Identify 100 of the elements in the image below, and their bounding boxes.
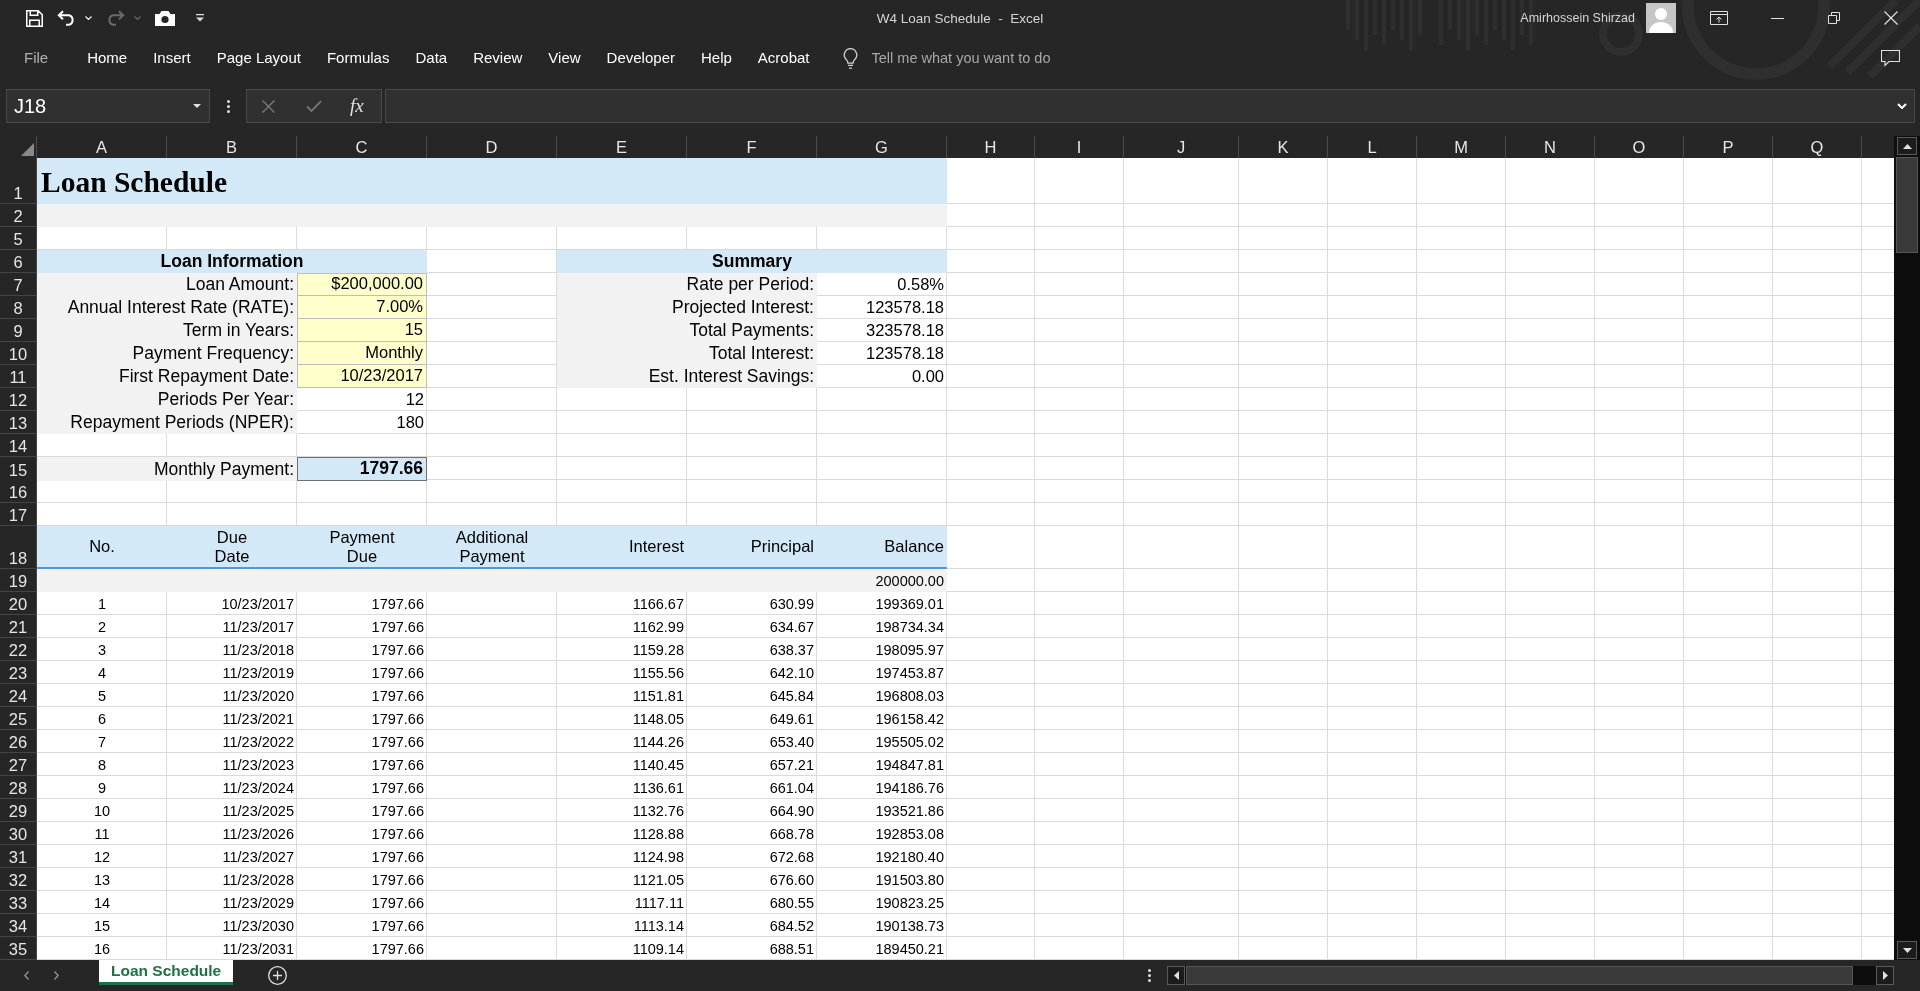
row-header[interactable]: 9 [0,319,37,342]
lightbulb-icon[interactable] [842,47,858,69]
ribbon-tab[interactable]: Page Layout [203,44,314,72]
payment-number: 12 [93,849,111,866]
dropdown-caret-icon[interactable] [196,14,204,22]
plus-circle-icon[interactable] [268,966,288,985]
balance: 189450.21 [875,941,944,958]
row-header[interactable]: 32 [0,868,37,891]
scroll-thumb[interactable] [1896,157,1918,253]
input-cell[interactable]: 10/23/2017 [297,365,427,388]
balance: 196808.03 [875,688,944,705]
dropdown-caret-icon[interactable] [193,104,201,108]
ribbon-tab[interactable]: File [11,44,62,72]
camera-icon[interactable] [155,10,175,26]
vertical-dots-icon[interactable] [227,100,230,113]
interest: 1140.45 [632,757,684,774]
ribbon-tab[interactable]: Formulas [313,44,403,72]
input-cell[interactable]: 15 [297,319,427,342]
row-header[interactable]: 5 [0,227,37,250]
input-cell[interactable]: 7.00% [297,296,427,319]
cross-icon[interactable] [262,99,275,113]
sheet-tab[interactable]: Loan Schedule [99,960,234,985]
row-header[interactable]: 28 [0,776,37,799]
input-cell[interactable]: $200,000.00 [297,273,427,296]
tell-me-field[interactable]: Tell me what you want to do [871,50,1112,66]
row-header[interactable]: 11 [0,365,37,388]
user-name[interactable]: Amirhossein Shirzad [1520,11,1635,25]
scroll-left-button[interactable] [1167,966,1185,985]
row-header[interactable]: 26 [0,730,37,753]
payment-number: 3 [97,642,107,659]
vertical-dots-icon[interactable] [1148,969,1151,982]
field-label: Repayment Periods (NPER): [37,411,297,434]
input-cell[interactable]: Monthly [297,342,427,365]
ribbon-tab[interactable]: Acrobat [744,44,823,72]
restore-icon[interactable] [1828,12,1840,24]
name-box[interactable]: J18 [6,89,210,123]
payment-number: 7 [97,734,107,751]
row-header[interactable]: 6 [0,250,37,273]
row-header[interactable]: 8 [0,296,37,319]
ribbon-tab[interactable]: Help [687,44,745,72]
scroll-right-button[interactable] [1876,966,1894,985]
interest: 1162.99 [632,619,684,636]
payment-number: 11 [94,826,110,843]
row-header[interactable]: 30 [0,822,37,845]
field-label: Annual Interest Rate (RATE): [37,296,297,319]
ribbon-tab[interactable]: Data [402,44,461,72]
row-header[interactable]: 10 [0,342,37,365]
check-icon[interactable] [306,100,322,112]
curved-arrow-left-icon[interactable] [57,10,76,26]
row-header[interactable]: 21 [0,615,37,638]
balance: 196158.42 [875,711,944,728]
row-header[interactable]: 29 [0,799,37,822]
interest: 1151.81 [632,688,684,705]
row-header[interactable]: 18 [0,526,37,569]
ribbon-tab[interactable]: Review [460,44,536,72]
row-header[interactable]: 33 [0,891,37,914]
ribbon-tab[interactable]: Home [74,44,141,72]
chevron-left-icon[interactable] [24,971,29,980]
payment-due: 1797.66 [371,711,424,728]
row-header[interactable]: 12 [0,388,37,411]
row-header[interactable]: 25 [0,707,37,730]
chevron-down-icon[interactable] [1897,103,1907,109]
row-header[interactable]: 34 [0,914,37,937]
payment-number: 8 [97,757,107,774]
formula-field[interactable] [385,89,1915,123]
row-header[interactable]: 19 [0,569,37,592]
insert-function-button[interactable]: fx [348,95,366,117]
row-header[interactable]: 14 [0,434,37,457]
row-header[interactable]: 31 [0,845,37,868]
minimize-icon[interactable] [1771,17,1784,19]
ribbon-tab[interactable]: Insert [140,44,204,72]
row-header[interactable]: 13 [0,411,37,434]
row-header[interactable]: 24 [0,684,37,707]
field-label: Monthly Payment: [37,457,297,482]
row-header[interactable]: 1 [0,158,37,204]
field-label: Rate per Period: [557,273,817,296]
due-date: 11/23/2029 [222,895,294,912]
row-header[interactable]: 7 [0,273,37,296]
row-header[interactable]: 27 [0,753,37,776]
row-header[interactable]: 17 [0,503,37,526]
row-header[interactable]: 22 [0,638,37,661]
ribbon-tab[interactable]: View [535,44,594,72]
row-header[interactable]: 23 [0,661,37,684]
field-label: Total Payments: [557,319,817,342]
row-header[interactable]: 16 [0,480,37,503]
row-header[interactable]: 2 [0,204,37,227]
ribbon-tab[interactable]: Developer [593,44,688,72]
due-date: 11/23/2020 [222,688,294,705]
speech-bubble-icon[interactable] [1881,49,1900,67]
close-icon[interactable] [1884,11,1898,25]
interest: 1132.76 [632,803,684,820]
interest: 1124.98 [632,849,684,866]
due-date: 11/23/2028 [222,872,294,889]
row-header[interactable]: 35 [0,937,37,960]
row-header[interactable]: 15 [0,457,37,482]
row-header[interactable]: 20 [0,592,37,615]
window-up-arrow-icon[interactable] [1710,11,1728,25]
scroll-up-button[interactable] [1897,137,1917,155]
scroll-down-button[interactable] [1897,941,1917,959]
chevron-right-icon[interactable] [54,971,59,980]
